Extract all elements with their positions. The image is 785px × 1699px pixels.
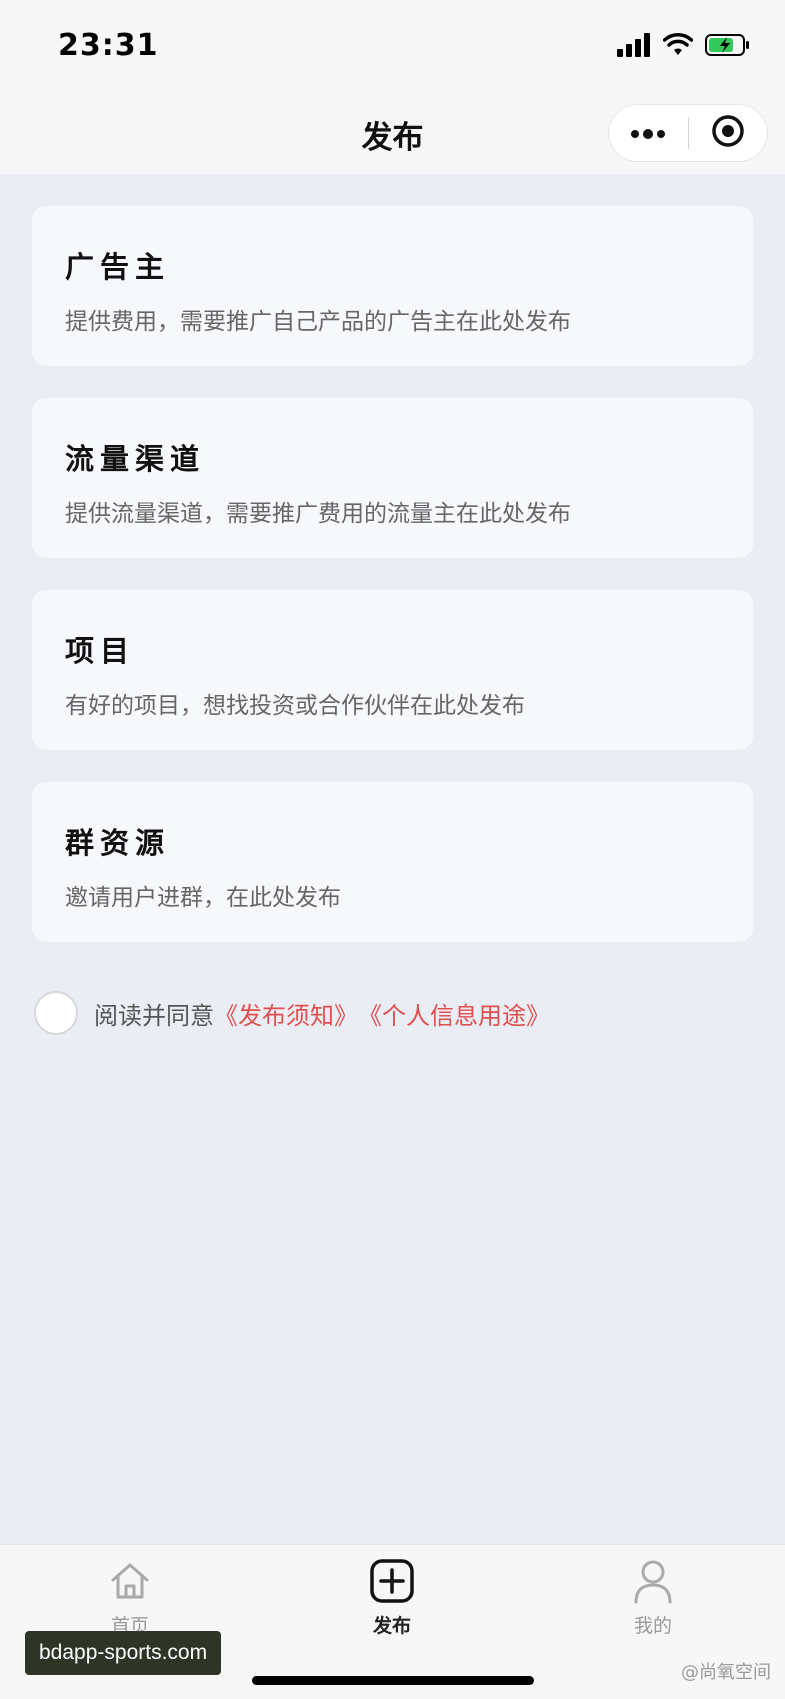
- agreement-row: 阅读并同意 《发布须知》 《个人信息用途》: [34, 990, 550, 1036]
- tab-mine[interactable]: 我的: [593, 1557, 713, 1638]
- card-title: 项目: [65, 634, 136, 668]
- home-icon: [70, 1557, 190, 1605]
- status-icons: [617, 32, 751, 62]
- tab-label: 我的: [633, 1615, 672, 1637]
- watermark-author: @尚氧空间: [681, 1662, 771, 1683]
- more-button[interactable]: [609, 105, 688, 161]
- status-bar: 23:31: [0, 0, 785, 92]
- more-dots-icon: [630, 124, 666, 143]
- card-title: 广告主: [65, 250, 171, 284]
- card-description: 提供流量渠道，需要推广费用的流量主在此处发布: [65, 501, 571, 527]
- watermark-site: bdapp-sports.com: [25, 1631, 222, 1675]
- wifi-icon: [662, 33, 694, 61]
- person-icon: [593, 1557, 713, 1605]
- tab-home[interactable]: 首页: [70, 1557, 190, 1638]
- home-indicator: [252, 1676, 534, 1685]
- target-circle-icon: [711, 114, 745, 152]
- option-card-project[interactable]: 项目 有好的项目，想找投资或合作伙伴在此处发布: [32, 590, 753, 750]
- signal-icon: [617, 33, 651, 61]
- nav-bar: 发布: [0, 92, 785, 174]
- privacy-usage-link[interactable]: 《个人信息用途》: [358, 996, 550, 1031]
- plus-square-icon: [332, 1557, 452, 1605]
- mini-program-capsule: [608, 104, 768, 162]
- card-description: 有好的项目，想找投资或合作伙伴在此处发布: [65, 693, 525, 719]
- card-description: 邀请用户进群，在此处发布: [65, 885, 341, 911]
- close-button[interactable]: [689, 105, 768, 161]
- option-card-traffic-channel[interactable]: 流量渠道 提供流量渠道，需要推广费用的流量主在此处发布: [32, 398, 753, 558]
- option-card-group-resource[interactable]: 群资源 邀请用户进群，在此处发布: [32, 782, 753, 942]
- agree-checkbox[interactable]: [34, 991, 78, 1035]
- option-card-advertiser[interactable]: 广告主 提供费用，需要推广自己产品的广告主在此处发布: [32, 206, 753, 366]
- status-time: 23:31: [58, 28, 159, 63]
- card-title: 群资源: [65, 826, 171, 860]
- publish-options: 广告主 提供费用，需要推广自己产品的广告主在此处发布 流量渠道 提供流量渠道，需…: [0, 174, 785, 1544]
- card-title: 流量渠道: [65, 442, 206, 476]
- tab-publish[interactable]: 发布: [332, 1557, 452, 1638]
- card-description: 提供费用，需要推广自己产品的广告主在此处发布: [65, 309, 571, 335]
- agreement-label: 阅读并同意: [94, 1001, 214, 1030]
- publish-notice-link[interactable]: 《发布须知》: [214, 996, 358, 1031]
- tab-label: 发布: [372, 1615, 411, 1637]
- battery-icon: [705, 33, 751, 61]
